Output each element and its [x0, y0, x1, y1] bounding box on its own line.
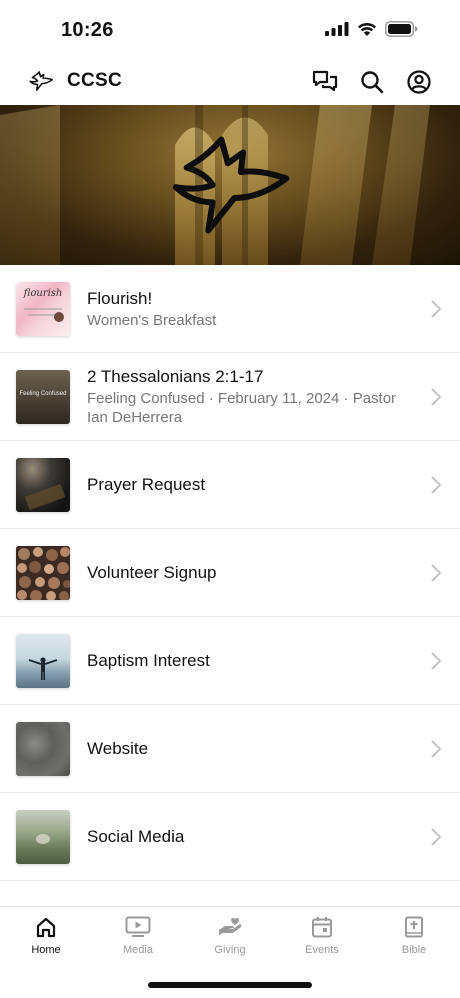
prayer-request-thumbnail: [16, 457, 70, 512]
search-icon: [361, 71, 384, 94]
chat-button[interactable]: [311, 68, 339, 96]
list-item-baptism-interest[interactable]: Baptism Interest: [0, 617, 460, 705]
cellular-signal-icon: [325, 22, 349, 36]
flourish-thumbnail: flourish: [16, 281, 70, 336]
media-icon: [125, 916, 151, 937]
tab-label: Home: [31, 944, 61, 956]
website-thumbnail: [16, 721, 70, 776]
baptism-interest-thumbnail: [16, 633, 70, 688]
tab-giving[interactable]: Giving: [184, 916, 276, 956]
list-item-subtitle: Women's Breakfast: [87, 311, 217, 329]
account-icon: [407, 70, 431, 94]
list-item-prayer-request[interactable]: Prayer Request: [0, 441, 460, 529]
list-item-title: Flourish!: [87, 288, 153, 308]
status-icons: [325, 21, 418, 37]
hero-banner: [0, 105, 460, 265]
tab-bible[interactable]: Bible: [368, 916, 460, 956]
dove-logo-icon[interactable]: [28, 69, 54, 93]
home-icon: [36, 917, 56, 938]
wifi-icon: [358, 22, 376, 36]
giving-icon: [219, 918, 242, 935]
list-item-title: 2 Thessalonians 2:1-17: [87, 367, 264, 386]
tab-media[interactable]: Media: [92, 916, 184, 956]
list-item-volunteer-signup[interactable]: Volunteer Signup: [0, 529, 460, 617]
status-time: 10:26: [61, 19, 114, 41]
list-item-sermon[interactable]: Feeling Confused 2 Thessalonians 2:1-17 …: [0, 353, 460, 441]
events-icon: [312, 917, 332, 938]
list-item-title: Prayer Request: [87, 474, 206, 494]
list-item-website[interactable]: Website: [0, 705, 460, 793]
chevron-right-icon: [431, 563, 442, 582]
tab-label: Media: [123, 944, 153, 956]
app-title: CCSC: [67, 70, 123, 91]
bible-icon: [405, 916, 423, 938]
battery-icon: [385, 21, 418, 37]
home-indicator: [148, 982, 312, 988]
search-button[interactable]: [358, 68, 386, 96]
chevron-right-icon: [431, 387, 442, 406]
list-item-title: Social Media: [87, 826, 185, 846]
sermon-thumbnail: Feeling Confused: [16, 369, 70, 424]
chevron-right-icon: [431, 827, 442, 846]
sermon-thumbnail-text: Feeling Confused: [19, 390, 67, 397]
list-item-title: Baptism Interest: [87, 650, 210, 670]
tab-label: Events: [305, 944, 339, 956]
chevron-right-icon: [431, 475, 442, 494]
volunteer-signup-thumbnail: [16, 545, 70, 600]
chevron-right-icon: [431, 651, 442, 670]
dove-icon: [172, 136, 290, 234]
app-header: CCSC: [0, 60, 460, 105]
tab-label: Giving: [214, 944, 246, 956]
list-item-social-media[interactable]: Social Media: [0, 793, 460, 881]
flourish-thumbnail-text: flourish: [23, 287, 63, 299]
status-bar: 10:26: [0, 0, 460, 60]
list-item-subtitle: Feeling Confused · February 11, 2024 · P…: [87, 390, 397, 426]
list-item-flourish[interactable]: flourish Flourish! Women's Breakfast: [0, 265, 460, 353]
list-item-title: Volunteer Signup: [87, 562, 217, 582]
account-button[interactable]: [405, 68, 433, 96]
chevron-right-icon: [431, 299, 442, 318]
tab-home[interactable]: Home: [0, 916, 92, 956]
social-media-thumbnail: [16, 809, 70, 864]
content-list: flourish Flourish! Women's Breakfast Fee…: [0, 265, 460, 881]
tab-events[interactable]: Events: [276, 916, 368, 956]
chat-icon: [312, 70, 338, 92]
chevron-right-icon: [431, 739, 442, 758]
tab-label: Bible: [401, 944, 427, 956]
list-item-title: Website: [87, 738, 149, 758]
